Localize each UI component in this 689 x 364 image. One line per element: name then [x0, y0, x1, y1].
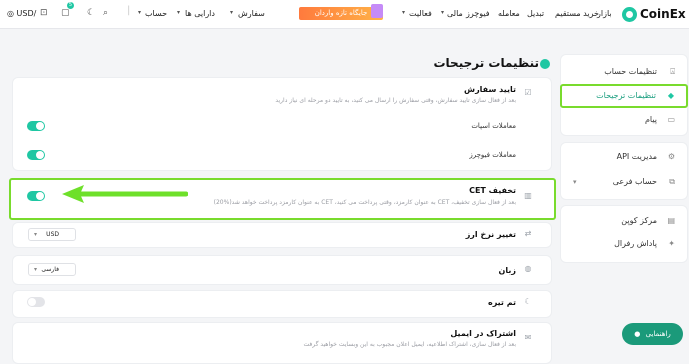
futures-trading-toggle[interactable]: [27, 150, 45, 160]
spot-trading-toggle[interactable]: [27, 121, 45, 131]
order-confirm-description: بعد از فعال سازی تایید سفارش، وقتی سفارش…: [275, 97, 516, 104]
globe-icon: ◎: [7, 9, 14, 18]
sidebar-item-label: مدیریت API: [616, 152, 657, 161]
api-icon: ⚙: [667, 152, 675, 161]
nav-finance-chevron-icon: ▾: [441, 9, 445, 16]
account-chevron-icon: ▾: [138, 9, 142, 16]
sidebar-item-coupon-center[interactable]: مرکز کوپن ▤: [561, 210, 687, 232]
nav-convert[interactable]: تبدیل: [527, 9, 544, 19]
moon-icon: ☾: [524, 297, 532, 306]
sidebar-item-label: مرکز کوپن: [621, 216, 657, 225]
currency-label: USD/: [16, 9, 37, 18]
nav-buy-crypto[interactable]: خرید مستقیم: [555, 9, 599, 19]
notification-count-badge: 5: [67, 2, 74, 9]
language-icon: ◍: [524, 264, 532, 273]
nav-orders[interactable]: سفارش: [238, 9, 265, 19]
chevron-down-icon: ▾: [573, 178, 577, 186]
language-title: زبان: [498, 266, 516, 275]
sidebar-item-referral-reward[interactable]: پاداش رفرال ✦: [561, 233, 687, 255]
divider: |: [127, 5, 131, 16]
page-title: تنظیمات ترجیحات: [433, 56, 539, 70]
sidebar-item-preferences[interactable]: تنظیمات ترجیحات ◆: [560, 84, 688, 108]
top-navigation-bar: CoinEx بازار خرید مستقیم تبدیل معامله فی…: [0, 0, 689, 29]
search-icon[interactable]: ⌕: [103, 8, 108, 18]
dark-theme-title: تم تیره: [487, 298, 516, 307]
coupon-icon: ▤: [667, 216, 675, 225]
sidebar-item-label: تنظیمات حساب: [604, 67, 657, 76]
language-row: [12, 255, 552, 285]
user-icon: ⍓: [670, 67, 675, 76]
sidebar-item-label: پاداش رفرال: [614, 239, 657, 248]
sidebar-item-label: پیام: [644, 115, 657, 124]
nav-market[interactable]: بازار: [597, 9, 612, 19]
dark-mode-icon[interactable]: ☾: [87, 8, 95, 18]
gift-icon: [371, 4, 383, 18]
email-subscription-title: اشتراک در ایمیل: [450, 329, 516, 338]
preferences-icon: ◆: [667, 91, 674, 100]
nav-futures[interactable]: فیوچرز: [466, 9, 490, 19]
sidebar-item-api-management[interactable]: مدیریت API ⚙: [561, 146, 687, 168]
cet-discount-toggle[interactable]: [27, 191, 45, 201]
sidebar-item-messages[interactable]: پیام ▭: [561, 109, 687, 131]
nav-assets[interactable]: دارایی ها: [185, 9, 215, 19]
cet-icon: ▥: [524, 191, 532, 200]
notification-icon[interactable]: ▢: [61, 8, 70, 18]
coinex-logo[interactable]: CoinEx: [622, 5, 686, 23]
exchange-icon: ⇄: [524, 229, 532, 238]
futures-trading-label: معاملات فیوچرز: [469, 151, 516, 159]
cet-discount-title: تخفیف CET: [469, 186, 516, 195]
order-confirm-icon: ☑: [524, 88, 532, 97]
nav-activity-chevron-icon: ▾: [402, 9, 406, 16]
gift-icon: ✦: [668, 239, 675, 248]
sidebar-group-settings: تنظیمات حساب ⍓ تنظیمات ترجیحات ◆ پیام ▭: [560, 54, 688, 136]
arrow-annotation: [62, 185, 188, 203]
help-button[interactable]: راهنمایی ●: [622, 323, 683, 345]
spot-trading-label: معاملات اسپات: [471, 122, 516, 130]
nav-finance[interactable]: مالی: [447, 9, 463, 19]
exchange-rate-title: تغییر نرخ ارز: [465, 230, 516, 239]
sidebar-group-api: مدیریت API ⚙ حساب فرعی ⧉ ▾: [560, 142, 688, 200]
sidebar-item-sub-account[interactable]: حساب فرعی ⧉ ▾: [561, 171, 687, 193]
nav-trade[interactable]: معامله: [498, 9, 520, 19]
nav-activity[interactable]: فعالیت: [409, 9, 432, 19]
order-confirm-title: تایید سفارش: [464, 85, 516, 94]
currency-selector[interactable]: ◎ USD/: [7, 9, 36, 19]
language-select-value: فارسی: [41, 266, 59, 273]
assets-chevron-icon: ▾: [177, 9, 181, 16]
help-label: راهنمایی: [645, 330, 671, 338]
download-icon[interactable]: ⊡: [40, 8, 48, 18]
chevron-down-icon: ▾: [34, 266, 38, 273]
chevron-down-icon: ▾: [34, 231, 38, 238]
email-subscription-description: بعد از فعال سازی، اشتراک اطلاعیه، ایمیل …: [303, 341, 517, 348]
dark-theme-row: [12, 290, 552, 318]
language-select[interactable]: فارسی ▾: [28, 263, 76, 276]
sidebar-item-account-settings[interactable]: تنظیمات حساب ⍓: [561, 61, 687, 83]
coinex-logo-icon: [622, 6, 637, 22]
nav-account[interactable]: حساب: [145, 9, 167, 19]
currency-select[interactable]: USD ▾: [28, 228, 76, 241]
chat-icon: ●: [634, 330, 641, 338]
sidebar-item-label: تنظیمات ترجیحات: [596, 91, 656, 100]
dark-theme-toggle[interactable]: [27, 297, 45, 307]
sub-account-icon: ⧉: [669, 177, 675, 186]
cet-discount-description: بعد از فعال سازی تخفیف، CET به عنوان کار…: [213, 199, 516, 206]
brand-name: CoinEx: [640, 7, 686, 21]
newcomer-promo-banner[interactable]: جایگاه تازه واردان: [299, 4, 383, 20]
message-icon: ▭: [667, 115, 675, 124]
promo-label: جایگاه تازه واردان: [314, 9, 368, 17]
orders-chevron-icon: ▾: [230, 9, 234, 16]
mail-icon: ✉: [524, 333, 532, 342]
currency-select-value: USD: [46, 231, 59, 238]
sidebar-group-rewards: مرکز کوپن ▤ پاداش رفرال ✦: [560, 205, 688, 263]
sidebar-item-label: حساب فرعی: [612, 177, 657, 186]
preferences-icon: [540, 59, 550, 69]
